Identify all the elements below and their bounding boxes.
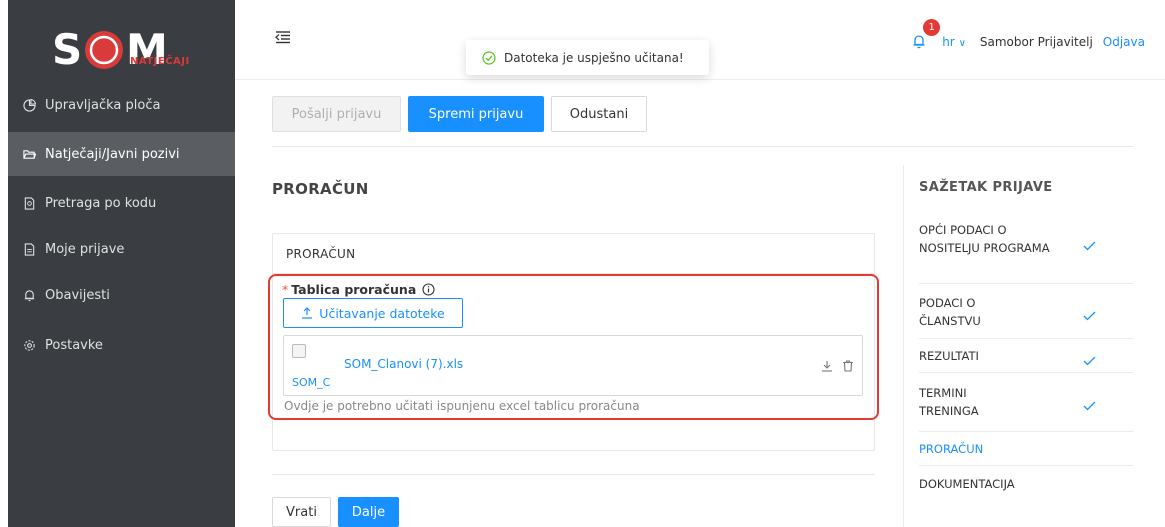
menu-fold-icon[interactable] [275, 29, 291, 44]
check-icon [1083, 351, 1096, 370]
broken-image-icon [292, 344, 306, 358]
sidebar-item-label: Moje prijave [45, 241, 125, 257]
file-search-icon [22, 196, 36, 210]
file-name-link[interactable]: SOM_Clanovi (7).xls [344, 357, 463, 371]
required-mark: * [282, 282, 289, 297]
header-user-area: 1 hr ∨ Samobor Prijavitelj Odjava [912, 19, 1145, 52]
file-text-icon [22, 242, 36, 256]
sidebar-item-label: Pretraga po kodu [45, 195, 157, 211]
logo-subtitle: NATJEČAJI [130, 56, 190, 67]
sidebar-item-label: Natječaji/Javni pozivi [45, 146, 180, 162]
summary-item-documentation[interactable]: DOKUMENTACIJA [919, 475, 1133, 493]
divider [919, 338, 1133, 339]
language-code: hr [942, 35, 955, 49]
som-logo[interactable]: S M [52, 24, 192, 76]
sidebar-item-label: Postavke [45, 337, 103, 353]
sidebar-item-dashboard[interactable]: Upravljačka ploča [8, 83, 235, 127]
field-help-text: Ovdje je potrebno učitati ispunjenu exce… [284, 399, 640, 413]
summary-item-budget[interactable]: PRORAČUN [919, 440, 1133, 458]
user-name: Samobor Prijavitelj [979, 35, 1093, 49]
file-actions [812, 360, 854, 372]
check-icon [1083, 236, 1096, 255]
sidebar-item-settings[interactable]: Postavke [8, 323, 235, 367]
summary-title: SAŽETAK PRIJAVE [919, 180, 1053, 195]
delete-icon[interactable] [842, 360, 854, 372]
save-application-button[interactable]: Spremi prijavu [408, 96, 544, 132]
divider [919, 465, 1133, 466]
section-title: PRORAČUN [272, 180, 369, 198]
pie-chart-icon [22, 98, 36, 112]
sidebar-item-label: Obavijesti [45, 287, 110, 303]
summary-item-membership[interactable]: PODACI O ČLANSTVU [919, 294, 1029, 330]
uploaded-file-item: SOM_C SOM_Clanovi (7).xls [283, 335, 863, 396]
summary-item-results[interactable]: REZULTATI [919, 347, 1133, 365]
info-icon[interactable] [422, 283, 435, 296]
summary-divider [903, 165, 904, 527]
divider [919, 431, 1133, 432]
sidebar: S M NATJEČAJI Upravljačka ploča Natječaj… [8, 0, 235, 527]
bell-icon [912, 35, 926, 52]
sidebar-item-search-by-code[interactable]: Pretraga po kodu [8, 181, 235, 225]
summary-item-general-data[interactable]: OPĆI PODACI O NOSITELJU PROGRAMA [919, 221, 1069, 257]
bell-icon [22, 288, 36, 302]
check-icon [1083, 396, 1096, 415]
notification-count-badge: 1 [923, 19, 941, 36]
download-icon[interactable] [821, 360, 833, 372]
upload-icon [301, 307, 319, 319]
cancel-button[interactable]: Odustani [551, 96, 647, 132]
divider [919, 283, 1133, 284]
field-label-text: Tablica proračuna [291, 282, 417, 297]
folder-open-icon [22, 147, 36, 161]
file-thumbnail-alt: SOM_C [292, 376, 331, 389]
divider [272, 146, 1133, 147]
divider [272, 474, 875, 475]
logout-link[interactable]: Odjava [1103, 35, 1145, 49]
sidebar-item-notifications[interactable]: Obavijesti [8, 273, 235, 317]
divider [919, 372, 1133, 373]
sidebar-item-my-applications[interactable]: Moje prijave [8, 227, 235, 271]
submit-application-button[interactable]: Pošalji prijavu [272, 96, 401, 132]
upload-file-button[interactable]: Učitavanje datoteke [283, 298, 463, 328]
budget-table-label: * Tablica proračuna [282, 282, 435, 297]
chevron-down-icon: ∨ [958, 38, 966, 49]
upload-button-label: Učitavanje datoteke [319, 305, 445, 321]
back-button[interactable]: Vrati [272, 497, 331, 527]
success-toast: Datoteka je uspješno učitana! [466, 40, 709, 75]
language-selector[interactable]: hr ∨ [942, 35, 966, 49]
sidebar-item-tenders[interactable]: Natječaji/Javni pozivi [8, 132, 235, 176]
svg-text:S: S [52, 25, 82, 74]
gear-icon [22, 338, 36, 352]
summary-item-training-schedule[interactable]: TERMINI TRENINGA [919, 384, 1029, 420]
card-title: PRORAČUN [273, 234, 874, 274]
notifications-bell[interactable]: 1 [912, 19, 941, 52]
check-icon [1083, 306, 1096, 325]
toast-message: Datoteka je uspješno učitana! [504, 50, 684, 65]
sidebar-item-label: Upravljačka ploča [45, 97, 161, 113]
next-button[interactable]: Dalje [338, 497, 399, 527]
check-circle-icon [482, 50, 504, 65]
